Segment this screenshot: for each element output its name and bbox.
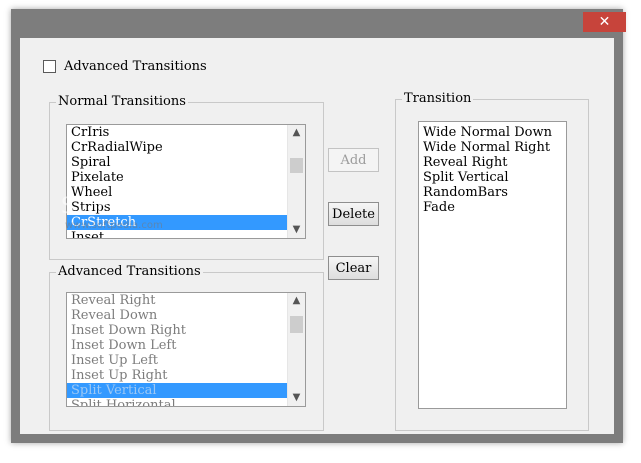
transition-title: Transition <box>402 91 474 107</box>
advanced-transition-item[interactable]: Reveal Down <box>67 308 287 323</box>
normal-transition-item[interactable]: CrRadialWipe <box>67 140 287 155</box>
transition-item[interactable]: RandomBars <box>419 185 566 200</box>
normal-transition-item[interactable]: Pixelate <box>67 170 287 185</box>
scroll-up-icon[interactable]: ▲ <box>288 125 305 141</box>
advanced-transition-item[interactable]: Inset Down Right <box>67 323 287 338</box>
advanced-transitions-label: Advanced Transitions <box>64 59 207 74</box>
normal-transition-item[interactable]: Strips <box>67 200 287 215</box>
close-icon: ✕ <box>598 14 611 30</box>
normal-transition-item[interactable]: Wheel <box>67 185 287 200</box>
clear-button[interactable]: Clear <box>328 256 379 280</box>
title-bar[interactable]: ✕ <box>11 9 626 38</box>
normal-transition-item[interactable]: CrIris <box>67 125 287 140</box>
advanced-transition-item[interactable]: Reveal Right <box>67 293 287 308</box>
app-window: ✕ Advanced Transitions Normal Transition… <box>11 9 626 443</box>
transition-group: Transition Wide Normal Down Wide Normal R… <box>395 91 589 431</box>
transition-item[interactable]: Fade <box>419 200 566 215</box>
advanced-transitions-toggle[interactable]: Advanced Transitions <box>43 59 207 74</box>
normal-transitions-title: Normal Transitions <box>56 94 188 110</box>
add-button[interactable]: Add <box>328 148 379 172</box>
transition-item[interactable]: Wide Normal Down <box>419 125 566 140</box>
scroll-down-icon[interactable]: ▼ <box>288 222 305 238</box>
normal-list-scrollbar[interactable]: ▲ ▼ <box>287 125 305 238</box>
normal-transitions-group: Normal Transitions CrIris CrRadialWipe Spi… <box>49 94 324 260</box>
transition-item[interactable]: Reveal Right <box>419 155 566 170</box>
close-button[interactable]: ✕ <box>583 12 626 32</box>
advanced-transitions-list[interactable]: Reveal Right Reveal Down Inset Down Right I… <box>66 292 306 407</box>
transition-item[interactable]: Split Vertical <box>419 170 566 185</box>
advanced-transition-item[interactable]: Inset Up Left <box>67 353 287 368</box>
advanced-transition-item[interactable]: Split Vertical <box>67 383 287 398</box>
advanced-transition-item[interactable]: Inset Down Left <box>67 338 287 353</box>
advanced-transitions-title: Advanced Transitions <box>56 264 203 280</box>
advanced-transitions-group: Advanced Transitions Reveal Right Reveal … <box>49 264 324 431</box>
normal-transition-item[interactable]: Inset <box>67 230 287 238</box>
transition-item[interactable]: Wide Normal Right <box>419 140 566 155</box>
normal-transition-item[interactable]: CrStretch <box>67 215 287 230</box>
scroll-thumb[interactable] <box>290 158 303 173</box>
advanced-transition-item[interactable]: Split Horizontal <box>67 398 287 406</box>
normal-transition-item[interactable]: Spiral <box>67 155 287 170</box>
transition-list[interactable]: Wide Normal Down Wide Normal Right Reveal … <box>418 121 567 409</box>
advanced-list-scrollbar[interactable]: ▲ ▼ <box>287 293 305 406</box>
scroll-down-icon[interactable]: ▼ <box>288 390 305 406</box>
dialog-client-area: Advanced Transitions Normal Transitions … <box>20 38 614 434</box>
normal-transitions-list[interactable]: CrIris CrRadialWipe Spiral Pixelate Wheel Str… <box>66 124 306 239</box>
advanced-transition-item[interactable]: Inset Up Right <box>67 368 287 383</box>
scroll-thumb[interactable] <box>290 316 303 333</box>
delete-button[interactable]: Delete <box>328 202 379 226</box>
scroll-up-icon[interactable]: ▲ <box>288 293 305 309</box>
advanced-transitions-checkbox[interactable] <box>43 60 56 73</box>
